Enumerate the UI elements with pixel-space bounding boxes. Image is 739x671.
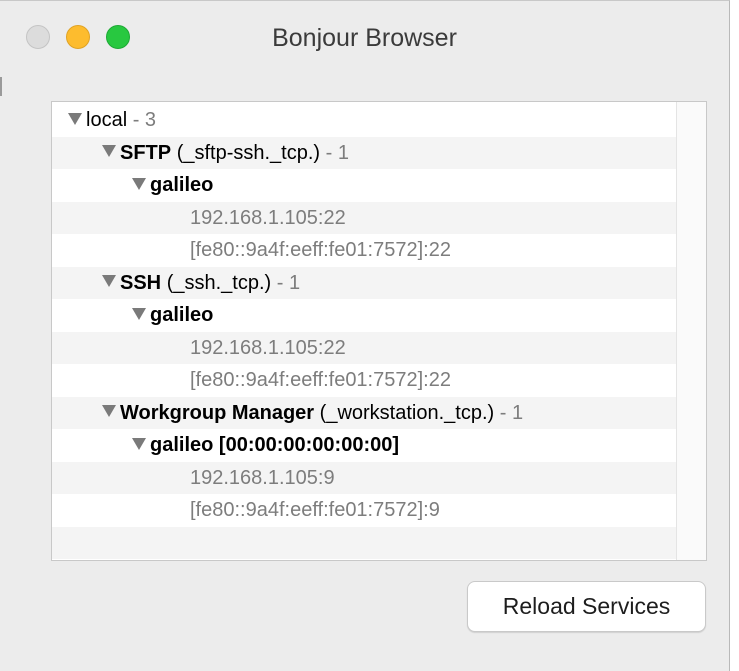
address-value: 192.168.1.105:22 [190, 206, 346, 229]
address-value: 192.168.1.105:9 [190, 466, 335, 489]
service-count: - 1 [325, 141, 349, 164]
service-name: SFTP [120, 141, 172, 164]
service-count: - 1 [499, 401, 524, 424]
tree-row-host[interactable]: galileo [52, 169, 676, 202]
title-bar[interactable]: Bonjour Browser [0, 1, 729, 73]
vertical-scrollbar-track[interactable] [676, 102, 706, 560]
disclosure-triangle-icon[interactable] [132, 307, 146, 320]
tree-row-address[interactable]: [fe80::9a4f:eeff:fe01:7572]:22 [52, 364, 676, 397]
tree-row-domain-local[interactable]: local - 3 [52, 104, 676, 137]
service-type: (_sftp-ssh._tcp.) [176, 141, 321, 164]
host-name: galileo [150, 304, 214, 326]
disclosure-triangle-icon[interactable] [102, 405, 116, 418]
service-name: Workgroup Manager [120, 401, 315, 424]
host-name: galileo [150, 174, 214, 196]
disclosure-triangle-icon[interactable] [132, 177, 146, 190]
disclosure-triangle-icon[interactable] [68, 112, 82, 125]
window-title: Bonjour Browser [272, 24, 457, 52]
service-count: - 1 [276, 271, 301, 294]
disclosure-triangle-icon[interactable] [102, 145, 116, 158]
disclosure-triangle-icon[interactable] [132, 437, 146, 450]
reload-services-button[interactable]: Reload Services [467, 581, 706, 632]
service-type: (_workstation._tcp.) [319, 401, 495, 424]
tree-row-service-ssh[interactable]: SSH (_ssh._tcp.) - 1 [52, 266, 676, 299]
tree-row-host[interactable]: galileo [52, 299, 676, 332]
tree-row-address[interactable]: [fe80::9a4f:eeff:fe01:7572]:22 [52, 234, 676, 267]
address-value: [fe80::9a4f:eeff:fe01:7572]:22 [190, 369, 451, 391]
address-value: [fe80::9a4f:eeff:fe01:7572]:22 [190, 239, 451, 261]
outline-rows: local - 3 SFTP (_sftp-ssh._tcp.) - 1 gal… [52, 104, 676, 559]
domain-count: - 3 [132, 109, 157, 131]
tree-row-service-workgroup-manager[interactable]: Workgroup Manager (_workstation._tcp.) -… [52, 396, 676, 429]
address-value: 192.168.1.105:22 [190, 336, 346, 359]
tree-row-address[interactable]: 192.168.1.105:22 [52, 331, 676, 364]
tree-row-address[interactable]: 192.168.1.105:9 [52, 461, 676, 494]
host-name: galileo [00:00:00:00:00:00] [150, 434, 400, 456]
service-type: (_ssh._tcp.) [166, 271, 272, 294]
disclosure-triangle-icon[interactable] [102, 275, 116, 288]
tree-row-empty [52, 526, 676, 559]
domain-name: local [86, 109, 128, 131]
service-name: SSH [120, 271, 162, 294]
tree-row-address[interactable]: 192.168.1.105:22 [52, 201, 676, 234]
tree-row-address[interactable]: [fe80::9a4f:eeff:fe01:7572]:9 [52, 494, 676, 527]
tree-row-host[interactable]: galileo [00:00:00:00:00:00] [52, 429, 676, 462]
services-outline-view[interactable]: local - 3 SFTP (_sftp-ssh._tcp.) - 1 gal… [51, 101, 707, 561]
window-edge-marker [0, 77, 6, 96]
tree-row-service-sftp[interactable]: SFTP (_sftp-ssh._tcp.) - 1 [52, 136, 676, 169]
address-value: [fe80::9a4f:eeff:fe01:7572]:9 [190, 499, 440, 521]
bonjour-browser-window: Bonjour Browser local - 3 SFTP (_sftp-ss… [0, 0, 730, 671]
